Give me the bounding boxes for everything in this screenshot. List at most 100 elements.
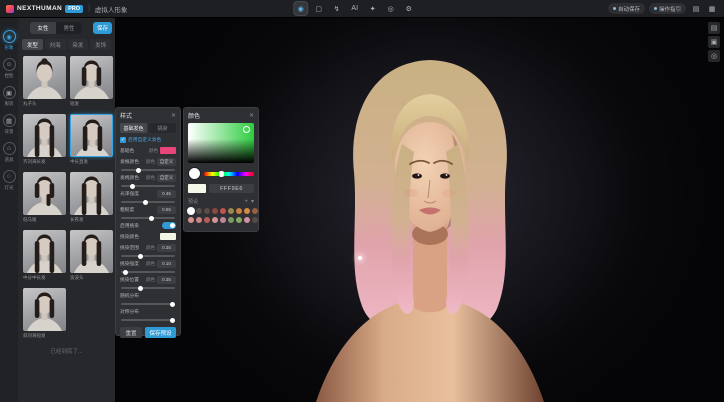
slider-knob[interactable]	[138, 286, 143, 291]
value-button[interactable]: 0.55	[157, 206, 176, 214]
hair-item-2[interactable]: 短发	[70, 56, 113, 107]
value-button[interactable]: 0.10	[157, 260, 176, 268]
tab-base-color[interactable]: 基础发色	[120, 123, 147, 133]
layers-icon[interactable]: ▤	[708, 22, 720, 34]
add-preset-icon[interactable]: +	[244, 199, 248, 205]
hair-item-3[interactable]: 齐刘海长发	[23, 114, 66, 165]
sidebar-item-道具[interactable]: ⌂道具	[3, 142, 16, 163]
preset-color-dot[interactable]	[244, 208, 250, 214]
close-icon[interactable]: ✕	[249, 112, 254, 119]
collapse-icon[interactable]: ▾	[251, 198, 254, 205]
slider-track[interactable]	[121, 255, 175, 257]
slider-knob[interactable]	[170, 318, 175, 323]
magic-tool-icon[interactable]: ↯	[330, 2, 343, 15]
color-swatch[interactable]	[160, 147, 176, 154]
slider-track[interactable]	[121, 217, 175, 219]
gender-tab-female[interactable]: 女性	[30, 22, 56, 34]
gender-tab-male[interactable]: 男性	[56, 22, 82, 34]
slider-track[interactable]	[121, 319, 175, 321]
preset-color-dot[interactable]	[212, 208, 218, 214]
value-button[interactable]: 0.45	[157, 190, 176, 198]
avatar-tool-icon[interactable]: ◉	[294, 2, 307, 15]
slider-knob[interactable]	[143, 200, 148, 205]
record-icon[interactable]: ◎	[708, 50, 720, 62]
face-tool-icon[interactable]: ▢	[312, 2, 325, 15]
slider-knob[interactable]	[136, 168, 141, 173]
preset-color-dot[interactable]	[244, 217, 250, 223]
hair-item-6[interactable]: 长卷发	[70, 172, 113, 223]
style-row-label: 对称分布	[120, 308, 139, 315]
topbar-pill-1[interactable]: 自动保存	[608, 3, 645, 14]
preset-color-dot[interactable]	[212, 217, 218, 223]
slider-knob[interactable]	[138, 254, 143, 259]
sv-cursor[interactable]	[243, 126, 250, 133]
color-picker-title: 颜色	[188, 111, 200, 120]
slider-track[interactable]	[121, 287, 175, 289]
folder-icon[interactable]: ▤	[690, 3, 702, 15]
tab-highlight[interactable]: 挑染	[149, 123, 176, 133]
close-icon[interactable]: ✕	[171, 112, 176, 119]
preset-color-dot[interactable]	[204, 208, 210, 214]
hair-item-1[interactable]: 丸子头	[23, 56, 66, 107]
preset-color-dot[interactable]	[252, 208, 258, 214]
color-tag-label: 颜色	[149, 148, 158, 154]
slider-knob[interactable]	[123, 270, 128, 275]
preset-color-dot[interactable]	[236, 217, 242, 223]
hair-item-9[interactable]: 斜刘海短发	[23, 288, 66, 339]
preset-color-dot[interactable]	[196, 208, 202, 214]
value-button[interactable]: 自定义	[157, 174, 176, 182]
ai-tool-icon[interactable]: AI	[348, 2, 361, 15]
hair-item-8[interactable]: 波波头	[70, 230, 113, 281]
value-button[interactable]: 自定义	[157, 158, 176, 166]
sub-tab-刘海[interactable]: 刘海	[45, 39, 66, 50]
preset-color-dot[interactable]	[196, 217, 202, 223]
hair-item-7[interactable]: 中分中长发	[23, 230, 66, 281]
slider-track[interactable]	[121, 169, 175, 171]
sidebar-item-捏脸[interactable]: ☺捏脸	[3, 58, 16, 79]
hair-item-5[interactable]: 低马尾	[23, 172, 66, 223]
hue-knob[interactable]	[219, 171, 224, 177]
slider-knob[interactable]	[149, 216, 154, 221]
slider-knob[interactable]	[170, 302, 175, 307]
sub-tab-发饰[interactable]: 发饰	[90, 39, 111, 50]
hue-slider[interactable]	[204, 172, 254, 176]
save-button[interactable]: 保存	[93, 22, 112, 34]
color-swatch[interactable]	[160, 233, 176, 240]
camera-tool-icon[interactable]: ◎	[384, 2, 397, 15]
pose-tool-icon[interactable]: ✦	[366, 2, 379, 15]
preset-color-dot[interactable]	[236, 208, 242, 214]
scene-icon[interactable]: ▣	[708, 36, 720, 48]
slider-track[interactable]	[121, 271, 175, 273]
checkbox-checked-icon[interactable]: ✓	[120, 137, 126, 143]
slider-track[interactable]	[121, 201, 175, 203]
save-preset-button[interactable]: 保存预设	[145, 327, 176, 338]
topbar-pill-2[interactable]: 操作指引	[649, 3, 686, 14]
preset-color-dot[interactable]	[228, 208, 234, 214]
slider-track[interactable]	[121, 303, 175, 305]
toggle-on[interactable]	[162, 222, 176, 229]
preset-color-dot[interactable]	[252, 217, 258, 223]
reset-button[interactable]: 重置	[120, 327, 142, 338]
sub-tab-染发[interactable]: 染发	[68, 39, 89, 50]
preset-color-dot[interactable]	[204, 217, 210, 223]
preset-color-dot[interactable]	[228, 217, 234, 223]
preset-color-dot[interactable]	[188, 208, 194, 214]
sidebar-item-灯光[interactable]: ○灯光	[3, 170, 16, 191]
sidebar-item-背景[interactable]: ▦背景	[3, 114, 16, 135]
sidebar-item-服装[interactable]: ▣服装	[3, 86, 16, 107]
saturation-value-area[interactable]	[188, 123, 254, 163]
slider-track[interactable]	[121, 185, 175, 187]
背景-icon: ▦	[3, 114, 16, 127]
sidebar-item-形象[interactable]: ◉形象	[3, 30, 16, 51]
sub-tab-发型[interactable]: 发型	[22, 39, 43, 50]
preset-color-dot[interactable]	[188, 217, 194, 223]
preset-color-dot[interactable]	[220, 217, 226, 223]
value-button[interactable]: 0.35	[157, 276, 176, 284]
slider-knob[interactable]	[130, 184, 135, 189]
apps-grid-icon[interactable]: ▦	[706, 3, 718, 15]
preset-color-dot[interactable]	[220, 208, 226, 214]
value-button[interactable]: 0.35	[157, 244, 176, 252]
hex-value-button[interactable]: FFF9E6	[209, 184, 254, 193]
settings-tool-icon[interactable]: ⚙	[402, 2, 415, 15]
hair-item-4[interactable]: 中长直发	[70, 114, 113, 165]
